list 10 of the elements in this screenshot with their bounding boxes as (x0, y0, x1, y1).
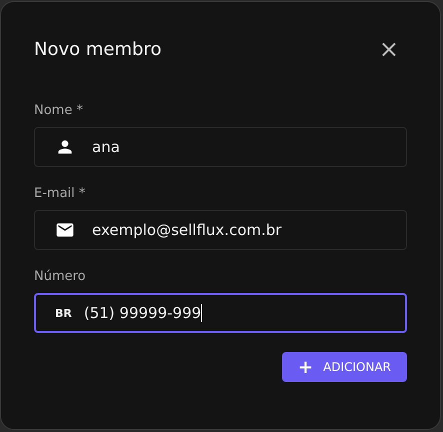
field-label: E-mail * (34, 186, 86, 203)
input-field[interactable]: exemplo@sellflux.com.br (34, 210, 407, 250)
field-label: Nome * (34, 103, 83, 120)
country-code: BR (55, 306, 72, 320)
field-label: Número (34, 269, 86, 286)
add-button[interactable]: + ADICIONAR (282, 352, 407, 382)
close-button[interactable]: × (370, 37, 407, 61)
dialog-title: Novo membro (34, 38, 162, 60)
input-field[interactable]: ana (34, 127, 407, 167)
input-field[interactable]: BR (51) 99999-999 (34, 293, 407, 333)
